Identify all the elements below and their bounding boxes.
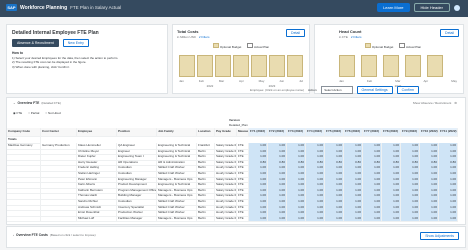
instruction-title: How to xyxy=(12,51,23,55)
filter-badge[interactable]: 2 Filters xyxy=(199,35,210,39)
bar xyxy=(215,55,231,77)
total-costs-title: Total Costs xyxy=(177,29,199,34)
fte-value-cell[interactable]: 1.00 xyxy=(401,215,420,222)
confirm-button[interactable]: Confirm xyxy=(396,86,419,94)
bar xyxy=(197,55,213,77)
bar xyxy=(179,55,195,77)
absence-recruitment-button[interactable]: Absence & Recruitment xyxy=(12,39,59,47)
overview-fte-title: Overview FTE xyxy=(17,101,40,105)
table-header: Company Code Cost Center Employee Positi… xyxy=(7,128,458,137)
fte-value-cell[interactable]: 1.00 xyxy=(325,215,344,222)
bar xyxy=(383,55,399,77)
x-axis-labels: Jan Feb Mar Apr May Jun Jul xyxy=(179,79,303,83)
legend: Optional Budget Actual Plan xyxy=(213,43,269,49)
sap-logo: SAP xyxy=(6,4,17,11)
table-row[interactable]: Michael Loff Facilities Manager Managers -… xyxy=(7,215,458,223)
collapse-icon[interactable]: ⌄ xyxy=(13,101,16,105)
fte-value-cell[interactable]: 1.00 xyxy=(344,215,363,222)
settings-icon[interactable]: ⚙ xyxy=(454,101,457,105)
x-axis-labels: Jan Feb Mar Apr May xyxy=(339,79,457,83)
toggle-not-hired[interactable]: ○ Not Hired xyxy=(45,111,60,115)
learn-more-button[interactable]: Learn More xyxy=(377,3,410,12)
bar xyxy=(339,55,355,77)
action-select[interactable]: Select Action xyxy=(321,86,353,94)
fte-value-cell[interactable]: 1.00 xyxy=(306,215,325,222)
table-cell[interactable]: Michael Loff xyxy=(77,215,117,222)
bar xyxy=(233,55,249,77)
total-costs-detail-button[interactable]: Detail xyxy=(286,29,305,37)
avatar[interactable] xyxy=(454,4,460,11)
head-count-card: Head Count in FTE 2 Filters Detail Optio… xyxy=(314,24,464,94)
toggle-partial[interactable]: ○ Partial xyxy=(28,111,39,115)
fte-value-cell[interactable]: 1.00 xyxy=(268,215,287,222)
bar xyxy=(405,55,421,77)
fte-value-cell[interactable]: 1.00 xyxy=(249,215,268,222)
hide-header-button[interactable]: Hide Header xyxy=(413,3,450,12)
toggle-fte[interactable]: ◉ FTE xyxy=(13,111,22,115)
bar xyxy=(361,55,377,77)
app-subtitle: FTE Plan in Salary Actual xyxy=(70,5,122,10)
plan-card-title: Detailed Internal Employee FTE Plan xyxy=(12,30,99,36)
overview-costs-suffix: (Based on click / select to Impose) xyxy=(49,233,96,237)
table-cell: FTE xyxy=(237,215,249,222)
legend-actual: Actual Plan xyxy=(399,43,421,49)
year-label: 2022 xyxy=(206,84,214,88)
version-label: Version xyxy=(229,118,240,122)
toggle-group: ◉ FTE ○ Partial ○ Not Hired xyxy=(13,111,61,115)
overview-costs-title: Overview FTE Costs xyxy=(16,233,48,237)
total-costs-plot xyxy=(179,53,303,77)
plan-card: Detailed Internal Employee FTE Plan Abse… xyxy=(6,24,168,94)
legend-optional: Optional Budget xyxy=(365,43,393,49)
bar xyxy=(427,55,443,77)
instruction-list: 1) Select your desired Employees for the… xyxy=(12,56,162,69)
fte-value-cell[interactable]: 1.00 xyxy=(382,215,401,222)
fte-value-cell[interactable]: 1.00 xyxy=(287,215,306,222)
fte-value-cell[interactable]: 1.00 xyxy=(363,215,382,222)
table-cell xyxy=(41,215,77,222)
show-adjustments-button[interactable]: Show Adjustments xyxy=(420,232,459,240)
legend-optional: Optional Budget xyxy=(213,43,241,49)
fte-value-cell[interactable]: 1.00 xyxy=(420,215,439,222)
overview-costs-panel: › Overview FTE Costs (Based on click / s… xyxy=(6,226,466,248)
bar xyxy=(287,55,303,77)
app-title: Workforce Planning xyxy=(20,4,68,11)
new-entry-button[interactable]: New Entry xyxy=(62,39,89,47)
general-settings-button[interactable]: General Settings xyxy=(356,86,393,94)
bar xyxy=(251,55,267,77)
expand-icon[interactable]: › xyxy=(13,233,14,237)
overview-fte-panel: ⌄ Overview FTE (Detailed FTE) Show Absen… xyxy=(6,97,466,225)
head-count-detail-button[interactable]: Detail xyxy=(440,29,459,37)
instruction-step: 3) When done with planning, click 'Confi… xyxy=(12,64,71,69)
show-absence-label: Show Absence / Recruitment xyxy=(412,101,452,105)
fte-value-cell[interactable]: 1.00 xyxy=(439,215,458,222)
head-count-subtitle: in FTE xyxy=(339,35,348,39)
bar xyxy=(269,55,285,77)
legend: Optional Budget Actual Plan xyxy=(365,43,421,49)
head-count-title: Head Count xyxy=(339,29,362,34)
version-value: Detailed_Plan xyxy=(229,123,248,127)
head-count-plot xyxy=(339,53,457,77)
table-cell: Salary Grade 06 xyxy=(216,215,237,222)
filter-badge[interactable]: 2 Filters xyxy=(351,35,362,39)
action-label: Action: xyxy=(308,88,318,92)
table-cell: Managers - Business Ops xyxy=(157,215,197,222)
overview-fte-suffix: (Detailed FTE) xyxy=(41,101,61,105)
table-cell: Berlin xyxy=(197,215,215,222)
shell-bar: SAP Workforce Planning FTE Plan in Salar… xyxy=(0,0,468,17)
total-costs-subtitle: in Million USD xyxy=(177,35,196,39)
total-costs-card: Total Costs in Million USD 2 Filters Det… xyxy=(172,24,310,94)
table-cell xyxy=(7,215,41,222)
filter-bar: Employee: (Click on an employee name) Ac… xyxy=(250,86,462,94)
employee-label: Employee: (Click on an employee name) xyxy=(250,88,305,92)
legend-actual: Actual Plan xyxy=(247,43,269,49)
table-cell: Facilities Manager xyxy=(117,215,157,222)
